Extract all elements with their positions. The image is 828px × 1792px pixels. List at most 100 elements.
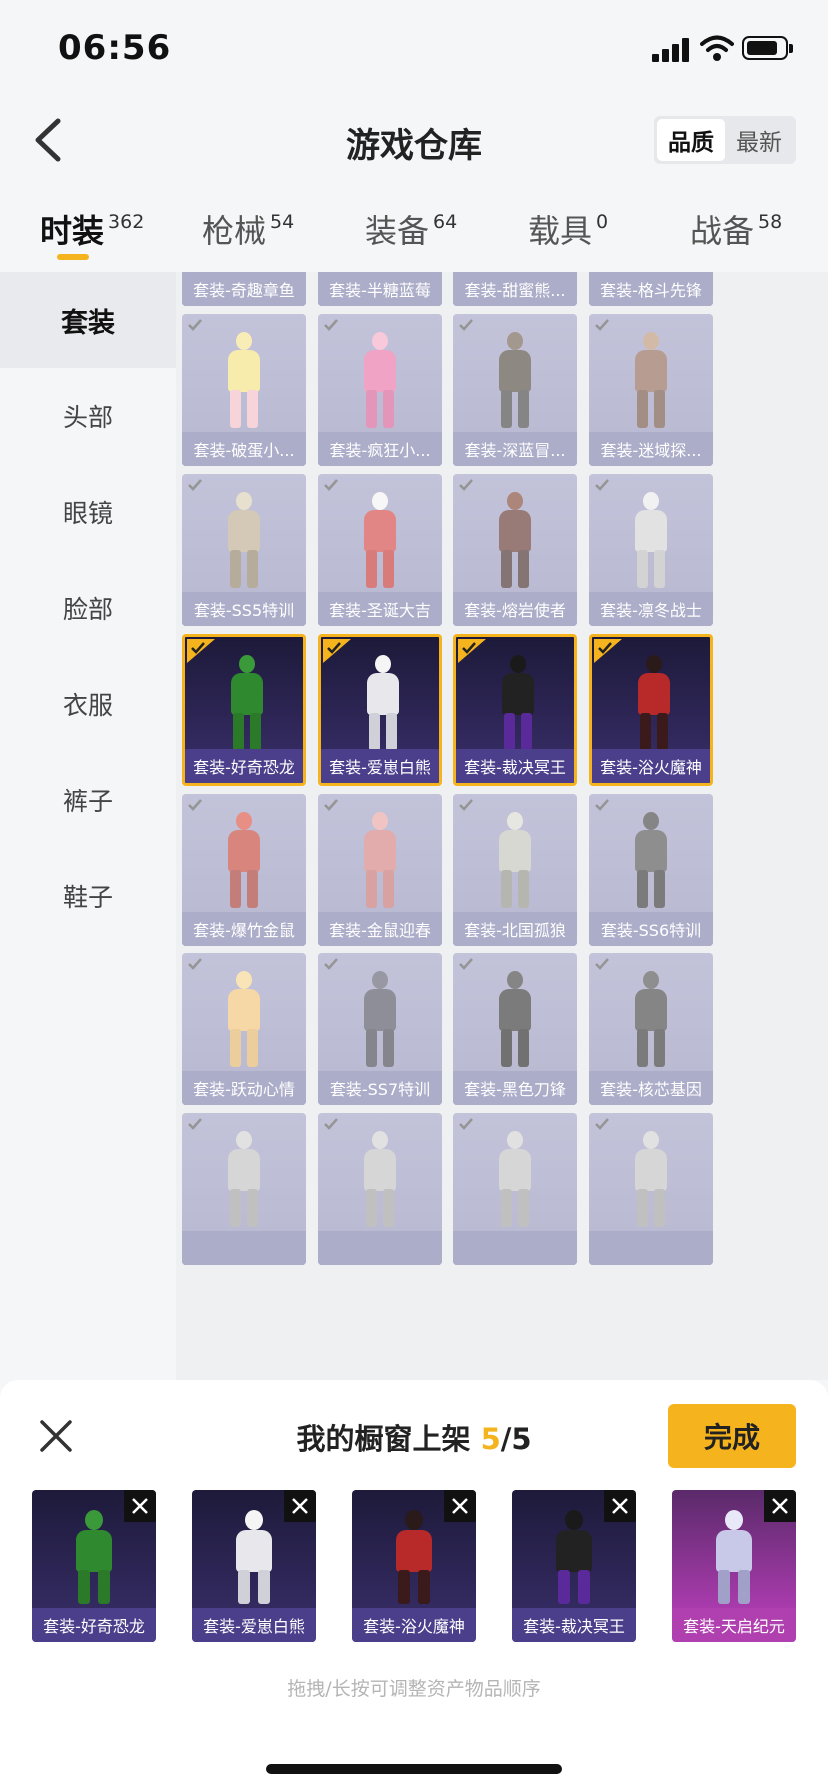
showcase-slot[interactable]: 套装-好奇恐龙 [32, 1490, 156, 1642]
card-dim-overlay [589, 953, 713, 1105]
outfit-card[interactable] [589, 1113, 713, 1265]
outfit-card[interactable]: 套装-爱崽白熊 [318, 634, 442, 786]
showcase-slot-label: 套装-天启纪元 [672, 1608, 796, 1642]
outfit-card[interactable]: 套装-半糖蓝莓 [318, 272, 442, 306]
sidebar-item-glasses[interactable]: 眼镜 [0, 464, 176, 560]
outfit-figure-icon [392, 1510, 436, 1606]
outfit-card[interactable]: 套装-金鼠迎春 [318, 794, 442, 946]
sort-toggle[interactable]: 品质 最新 [654, 116, 796, 164]
showcase-slot[interactable]: 套装-浴火魔神 [352, 1490, 476, 1642]
sidebar-item-head[interactable]: 头部 [0, 368, 176, 464]
outfit-card[interactable]: 套装-甜蜜熊... [453, 272, 577, 306]
card-dim-overlay [453, 474, 577, 626]
outfit-figure-icon [72, 1510, 116, 1606]
outfit-card[interactable] [182, 1113, 306, 1265]
card-dim-overlay [453, 794, 577, 946]
home-indicator [266, 1764, 562, 1774]
outfit-card[interactable]: 套装-SS6特训 [589, 794, 713, 946]
outfit-card[interactable]: 套装-破蛋小... [182, 314, 306, 466]
tab-equipment[interactable]: 装备 64 [365, 206, 457, 252]
remove-icon[interactable] [604, 1490, 636, 1522]
tab-count: 54 [270, 211, 295, 233]
done-button[interactable]: 完成 [668, 1404, 796, 1468]
outfit-card[interactable]: 套装-裁决冥王 [453, 634, 577, 786]
showcase-slot-label: 套装-浴火魔神 [352, 1608, 476, 1642]
showcase-slot-label: 套装-爱崽白熊 [192, 1608, 316, 1642]
card-dim-overlay [318, 474, 442, 626]
card-dim-overlay [182, 1113, 306, 1265]
showcase-slot-label: 套装-裁决冥王 [512, 1608, 636, 1642]
showcase-slot[interactable]: 套装-天启纪元 [672, 1490, 796, 1642]
showcase-panel: 我的橱窗上架 5/5 完成 套装-好奇恐龙 套装-爱崽白熊 套装-浴火魔神 套装… [0, 1380, 828, 1792]
sort-newest-button[interactable]: 最新 [725, 119, 793, 161]
reorder-hint: 拖拽/长按可调整资产物品顺序 [287, 1678, 541, 1700]
outfit-card[interactable]: 套装-北国孤狼 [453, 794, 577, 946]
outfit-figure-icon [634, 655, 674, 755]
tab-fashion[interactable]: 时装 362 [40, 206, 144, 252]
sidebar-item-pants[interactable]: 裤子 [0, 752, 176, 848]
cellular-signal-icon [652, 38, 692, 62]
tab-count: 0 [596, 211, 609, 233]
showcase-slot[interactable]: 套装-裁决冥王 [512, 1490, 636, 1642]
card-dim-overlay [453, 953, 577, 1105]
outfit-card[interactable]: 套装-核芯基因 [589, 953, 713, 1105]
outfit-card[interactable] [453, 1113, 577, 1265]
card-dim-overlay [589, 1113, 713, 1265]
sidebar-item-clothes[interactable]: 衣服 [0, 656, 176, 752]
card-dim-overlay [182, 272, 306, 306]
remove-icon[interactable] [764, 1490, 796, 1522]
card-dim-overlay [318, 1113, 442, 1265]
tab-count: 64 [433, 211, 458, 233]
tab-label: 枪械 [202, 212, 267, 250]
showcase-slot-label: 套装-好奇恐龙 [32, 1608, 156, 1642]
tab-weapons[interactable]: 枪械 54 [202, 206, 294, 252]
outfit-card[interactable]: 套装-黑色刀锋 [453, 953, 577, 1105]
tab-label: 时装 [40, 212, 105, 250]
outfit-card[interactable]: 套装-浴火魔神 [589, 634, 713, 786]
outfit-card[interactable]: 套装-格斗先锋 [589, 272, 713, 306]
outfit-card[interactable]: 套装-跃动心情 [182, 953, 306, 1105]
outfit-card[interactable]: 套装-深蓝冒... [453, 314, 577, 466]
outfit-card-label: 套装-好奇恐龙 [185, 749, 303, 783]
remove-icon[interactable] [284, 1490, 316, 1522]
tab-label: 战备 [690, 212, 755, 250]
showcase-count-current: 5 [480, 1422, 501, 1456]
sidebar-item-face[interactable]: 脸部 [0, 560, 176, 656]
card-dim-overlay [589, 474, 713, 626]
outfit-card[interactable]: 套装-爆竹金鼠 [182, 794, 306, 946]
card-dim-overlay [589, 272, 713, 306]
remove-icon[interactable] [444, 1490, 476, 1522]
sidebar-item-suit[interactable]: 套装 [0, 272, 176, 368]
card-dim-overlay [182, 474, 306, 626]
sort-quality-button[interactable]: 品质 [657, 119, 725, 161]
showcase-count-separator: / [500, 1422, 512, 1456]
outfit-figure-icon [498, 655, 538, 755]
tab-supplies[interactable]: 战备 58 [690, 206, 782, 252]
outfit-card[interactable] [318, 1113, 442, 1265]
outfit-card[interactable]: 套装-好奇恐龙 [182, 634, 306, 786]
outfit-figure-icon [232, 1510, 276, 1606]
showcase-slot[interactable]: 套装-爱崽白熊 [192, 1490, 316, 1642]
outfit-card-label: 套装-裁决冥王 [456, 749, 574, 783]
battery-icon [742, 36, 793, 60]
remove-icon[interactable] [124, 1490, 156, 1522]
card-dim-overlay [182, 314, 306, 466]
sidebar: 套装 头部 眼镜 脸部 衣服 裤子 鞋子 [0, 272, 176, 1392]
sidebar-item-shoes[interactable]: 鞋子 [0, 848, 176, 944]
outfit-card[interactable]: 套装-熔岩使者 [453, 474, 577, 626]
outfit-card[interactable]: 套装-迷域探... [589, 314, 713, 466]
outfit-card[interactable]: 套装-SS7特训 [318, 953, 442, 1105]
outfit-card[interactable]: 套装-SS5特训 [182, 474, 306, 626]
card-dim-overlay [453, 272, 577, 306]
tab-label: 装备 [365, 212, 430, 250]
outfit-card[interactable]: 套装-凛冬战士 [589, 474, 713, 626]
outfit-card[interactable]: 套装-奇趣章鱼 [182, 272, 306, 306]
tab-count: 362 [108, 211, 145, 233]
card-dim-overlay [182, 953, 306, 1105]
outfit-card[interactable]: 套装-圣诞大吉 [318, 474, 442, 626]
outfit-figure-icon [552, 1510, 596, 1606]
card-dim-overlay [318, 314, 442, 466]
outfit-card[interactable]: 套装-疯狂小... [318, 314, 442, 466]
card-dim-overlay [453, 314, 577, 466]
tab-vehicles[interactable]: 载具 0 [528, 206, 608, 252]
